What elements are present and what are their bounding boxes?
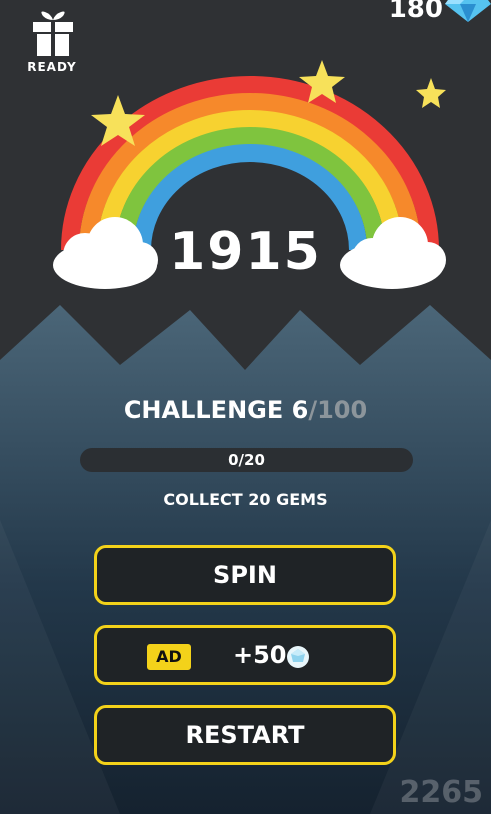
gem-balance: 180 xyxy=(388,0,443,24)
gift-icon xyxy=(33,11,73,56)
progress-text: 0/20 xyxy=(228,451,265,469)
restart-button[interactable]: RESTART xyxy=(94,705,396,765)
star-right xyxy=(416,78,446,108)
watermark: 2265 xyxy=(399,775,484,810)
watch-ad-button[interactable]: AD +50 xyxy=(94,625,396,685)
spin-button[interactable]: SPIN xyxy=(94,545,396,605)
score-display: 1915 xyxy=(169,222,322,282)
challenge-goal: COLLECT 20 GEMS xyxy=(163,490,328,509)
challenge-progress-bar: 0/20 xyxy=(80,448,413,472)
ad-reward-value: +50 xyxy=(233,641,287,669)
challenge-label: CHALLENGE 6 xyxy=(123,396,309,424)
ad-badge: AD xyxy=(147,644,191,670)
diamond-icon xyxy=(445,0,491,22)
challenge-total: /100 xyxy=(308,396,368,424)
challenge-title: CHALLENGE 6/100 xyxy=(0,396,491,424)
gem-icon xyxy=(287,646,309,668)
